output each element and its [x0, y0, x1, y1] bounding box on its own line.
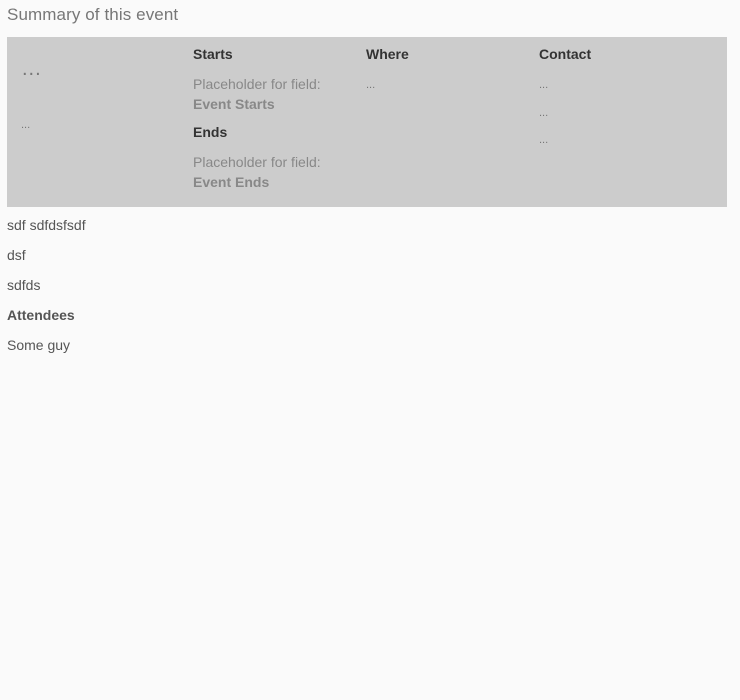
where-value: ...	[366, 79, 376, 91]
detail-line: sdfds	[7, 277, 41, 293]
detail-line: dsf	[7, 247, 26, 263]
contact-heading: Contact	[539, 46, 592, 62]
starts-placeholder-field: Event Starts	[193, 96, 275, 112]
ends-placeholder-field: Event Ends	[193, 174, 270, 190]
where-heading: Where	[366, 46, 409, 62]
ends-heading: Ends	[193, 124, 228, 140]
starts-placeholder-text: Placeholder for field:	[193, 76, 321, 92]
detail-line: sdf sdfdsfsdf	[7, 217, 86, 233]
summary-sub-value: ...	[21, 119, 31, 131]
ends-placeholder: Placeholder for field: Event Ends	[193, 152, 321, 192]
attendees-heading: Attendees	[7, 307, 75, 323]
contact-value: ...	[539, 79, 549, 91]
contact-value: ...	[539, 134, 549, 146]
page-title: Summary of this event	[7, 5, 179, 24]
starts-placeholder: Placeholder for field: Event Starts	[193, 74, 321, 114]
event-summary-page: Summary of this event ... ... Starts Pla…	[0, 0, 740, 700]
summary-main-value: ...	[22, 58, 42, 80]
summary-panel: ... ... Starts Placeholder for field: Ev…	[7, 37, 727, 207]
ends-placeholder-text: Placeholder for field:	[193, 154, 321, 170]
contact-value: ...	[539, 107, 549, 119]
starts-heading: Starts	[193, 46, 233, 62]
attendee-item: Some guy	[7, 337, 71, 353]
